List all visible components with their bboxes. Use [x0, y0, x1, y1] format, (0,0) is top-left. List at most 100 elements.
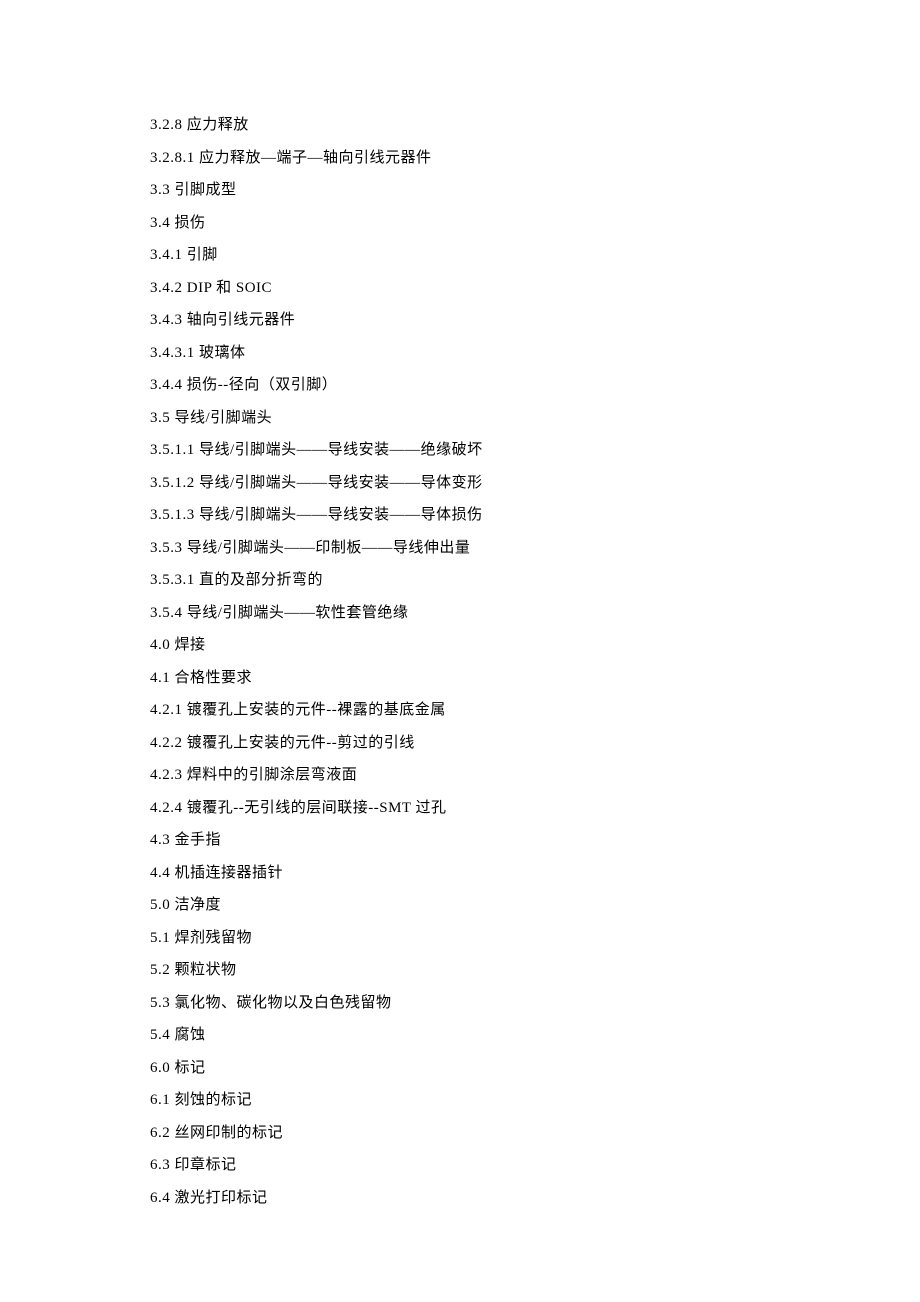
toc-entry-number: 3.5.3	[150, 540, 183, 556]
toc-entry-title: 金手指	[175, 832, 222, 848]
toc-entry: 3.4.3.1 玻璃体	[150, 346, 770, 361]
toc-entry-number: 3.5.1.2	[150, 475, 195, 491]
toc-entry-number: 3.4.3	[150, 312, 183, 328]
toc-entry-number: 4.4	[150, 865, 170, 881]
toc-entry-title: 合格性要求	[175, 670, 253, 686]
toc-entry: 3.5.3 导线/引脚端头——印制板——导线伸出量	[150, 541, 770, 556]
toc-entry: 6.4 激光打印标记	[150, 1191, 770, 1206]
toc-entry-title: 丝网印制的标记	[175, 1125, 284, 1141]
toc-entry: 5.3 氯化物、碳化物以及白色残留物	[150, 996, 770, 1011]
toc-entry-number: 5.3	[150, 995, 170, 1011]
toc-entry-title: 导线/引脚端头——印制板——导线伸出量	[187, 540, 471, 556]
toc-entry-number: 6.2	[150, 1125, 170, 1141]
toc-entry-number: 3.4.3.1	[150, 345, 195, 361]
toc-entry: 3.3 引脚成型	[150, 183, 770, 198]
table-of-contents: 3.2.8 应力释放 3.2.8.1 应力释放—端子—轴向引线元器件 3.3 引脚成…	[150, 118, 770, 1206]
toc-entry: 3.4.1 引脚	[150, 248, 770, 263]
toc-entry-title: 焊料中的引脚涂层弯液面	[187, 767, 358, 783]
toc-entry-title: 标记	[175, 1060, 206, 1076]
toc-entry: 6.3 印章标记	[150, 1158, 770, 1173]
toc-entry: 3.5.4 导线/引脚端头——软性套管绝缘	[150, 606, 770, 621]
toc-entry-number: 3.5.1.3	[150, 507, 195, 523]
toc-entry-title: 焊接	[175, 637, 206, 653]
toc-entry-number: 5.2	[150, 962, 170, 978]
toc-entry-title: 镀覆孔--无引线的层间联接--SMT 过孔	[187, 800, 447, 816]
toc-entry-number: 3.4.4	[150, 377, 183, 393]
toc-entry-title: 导线/引脚端头——导线安装——绝缘破坏	[199, 442, 483, 458]
toc-entry-number: 4.1	[150, 670, 170, 686]
toc-entry-number: 3.5	[150, 410, 170, 426]
toc-entry: 4.0 焊接	[150, 638, 770, 653]
toc-entry-title: 应力释放	[187, 117, 249, 133]
toc-entry-title: 轴向引线元器件	[187, 312, 296, 328]
toc-entry: 4.1 合格性要求	[150, 671, 770, 686]
toc-entry-number: 3.4.2	[150, 280, 183, 296]
toc-entry-number: 4.3	[150, 832, 170, 848]
toc-entry-number: 4.2.4	[150, 800, 183, 816]
toc-entry: 4.2.3 焊料中的引脚涂层弯液面	[150, 768, 770, 783]
toc-entry-number: 3.4.1	[150, 247, 183, 263]
toc-entry: 3.4.2 DIP 和 SOIC	[150, 281, 770, 296]
toc-entry: 6.0 标记	[150, 1061, 770, 1076]
toc-entry-title: 激光打印标记	[175, 1190, 268, 1206]
toc-entry-number: 5.1	[150, 930, 170, 946]
toc-entry-number: 4.2.3	[150, 767, 183, 783]
toc-entry: 4.4 机插连接器插针	[150, 866, 770, 881]
toc-entry-number: 4.2.2	[150, 735, 183, 751]
toc-entry-title: 直的及部分折弯的	[199, 572, 323, 588]
toc-entry: 3.5.1.1 导线/引脚端头——导线安装——绝缘破坏	[150, 443, 770, 458]
toc-entry-number: 5.4	[150, 1027, 170, 1043]
toc-entry-title: 镀覆孔上安装的元件--裸露的基底金属	[187, 702, 446, 718]
toc-entry-number: 6.4	[150, 1190, 170, 1206]
toc-entry-number: 3.2.8.1	[150, 150, 195, 166]
toc-entry: 4.2.1 镀覆孔上安装的元件--裸露的基底金属	[150, 703, 770, 718]
toc-entry-title: 印章标记	[175, 1157, 237, 1173]
toc-entry: 3.4.4 损伤--径向（双引脚）	[150, 378, 770, 393]
toc-entry: 3.4 损伤	[150, 216, 770, 231]
toc-entry: 4.2.2 镀覆孔上安装的元件--剪过的引线	[150, 736, 770, 751]
toc-entry: 3.4.3 轴向引线元器件	[150, 313, 770, 328]
toc-entry: 4.2.4 镀覆孔--无引线的层间联接--SMT 过孔	[150, 801, 770, 816]
toc-entry-title: 机插连接器插针	[175, 865, 284, 881]
toc-entry-title: 应力释放—端子—轴向引线元器件	[199, 150, 432, 166]
toc-entry-title: 引脚	[187, 247, 218, 263]
toc-entry-title: 导线/引脚端头	[175, 410, 273, 426]
toc-entry: 3.5.1.2 导线/引脚端头——导线安装——导体变形	[150, 476, 770, 491]
toc-entry: 3.5.3.1 直的及部分折弯的	[150, 573, 770, 588]
toc-entry-number: 3.5.4	[150, 605, 183, 621]
toc-entry: 3.5.1.3 导线/引脚端头——导线安装——导体损伤	[150, 508, 770, 523]
toc-entry: 5.1 焊剂残留物	[150, 931, 770, 946]
toc-entry-title: 腐蚀	[175, 1027, 206, 1043]
toc-entry-number: 3.5.1.1	[150, 442, 195, 458]
toc-entry-title: 焊剂残留物	[175, 930, 253, 946]
toc-entry: 3.5 导线/引脚端头	[150, 411, 770, 426]
toc-entry-number: 4.0	[150, 637, 170, 653]
toc-entry-title: 玻璃体	[199, 345, 246, 361]
document-page: 3.2.8 应力释放 3.2.8.1 应力释放—端子—轴向引线元器件 3.3 引脚成…	[0, 0, 920, 1283]
toc-entry-title: 洁净度	[175, 897, 222, 913]
toc-entry: 5.2 颗粒状物	[150, 963, 770, 978]
toc-entry-number: 6.1	[150, 1092, 170, 1108]
toc-entry-number: 3.3	[150, 182, 170, 198]
toc-entry: 4.3 金手指	[150, 833, 770, 848]
toc-entry-number: 3.5.3.1	[150, 572, 195, 588]
toc-entry-number: 3.2.8	[150, 117, 183, 133]
toc-entry-title: 损伤--径向（双引脚）	[187, 377, 338, 393]
toc-entry-number: 6.3	[150, 1157, 170, 1173]
toc-entry-title: DIP 和 SOIC	[187, 280, 272, 296]
toc-entry-number: 6.0	[150, 1060, 170, 1076]
toc-entry: 5.4 腐蚀	[150, 1028, 770, 1043]
toc-entry: 6.1 刻蚀的标记	[150, 1093, 770, 1108]
toc-entry-number: 3.4	[150, 215, 170, 231]
toc-entry-title: 引脚成型	[175, 182, 237, 198]
toc-entry: 5.0 洁净度	[150, 898, 770, 913]
toc-entry: 6.2 丝网印制的标记	[150, 1126, 770, 1141]
toc-entry-number: 5.0	[150, 897, 170, 913]
toc-entry-title: 导线/引脚端头——软性套管绝缘	[187, 605, 409, 621]
toc-entry: 3.2.8.1 应力释放—端子—轴向引线元器件	[150, 151, 770, 166]
toc-entry-title: 刻蚀的标记	[175, 1092, 253, 1108]
toc-entry-title: 导线/引脚端头——导线安装——导体损伤	[199, 507, 483, 523]
toc-entry-number: 4.2.1	[150, 702, 183, 718]
toc-entry-title: 导线/引脚端头——导线安装——导体变形	[199, 475, 483, 491]
toc-entry: 3.2.8 应力释放	[150, 118, 770, 133]
